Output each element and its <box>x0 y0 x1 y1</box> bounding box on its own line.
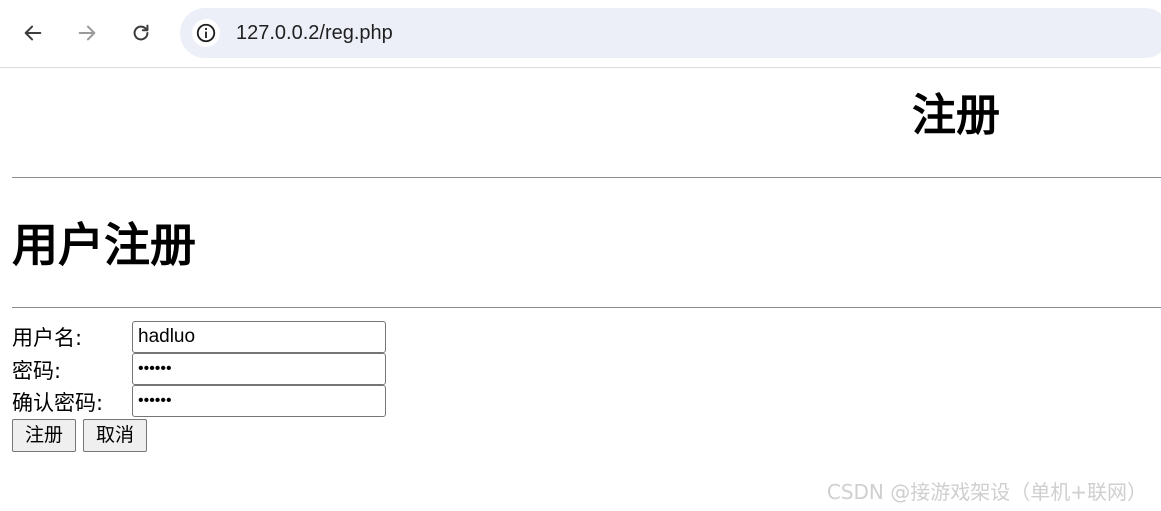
username-label: 用户名: <box>12 326 83 350</box>
password-label: 密码: <box>12 359 62 383</box>
back-button[interactable] <box>14 14 52 52</box>
info-icon <box>196 23 216 43</box>
divider-top <box>12 177 1161 178</box>
site-title: 注册 <box>912 90 1000 141</box>
cancel-button[interactable]: 取消 <box>83 419 147 452</box>
register-button[interactable]: 注册 <box>12 419 76 452</box>
address-bar[interactable]: 127.0.0.2/reg.php <box>180 8 1161 58</box>
password-input[interactable] <box>132 353 386 385</box>
confirm-password-input[interactable] <box>132 385 386 417</box>
watermark: CSDN @接游戏架设（单机+联网） <box>826 480 1147 504</box>
reload-icon <box>133 24 149 41</box>
browser-toolbar: 127.0.0.2/reg.php <box>0 0 1161 68</box>
reload-button[interactable] <box>122 14 160 52</box>
confirm-password-label: 确认密码: <box>12 391 104 415</box>
forward-button[interactable] <box>68 14 106 52</box>
arrow-right-icon <box>78 25 96 41</box>
site-info-button[interactable] <box>192 19 220 47</box>
arrow-left-icon <box>24 25 42 41</box>
divider-form <box>12 307 1161 308</box>
url-text[interactable]: 127.0.0.2/reg.php <box>236 20 393 46</box>
username-input[interactable] <box>132 321 386 353</box>
page-heading: 用户注册 <box>12 218 196 272</box>
